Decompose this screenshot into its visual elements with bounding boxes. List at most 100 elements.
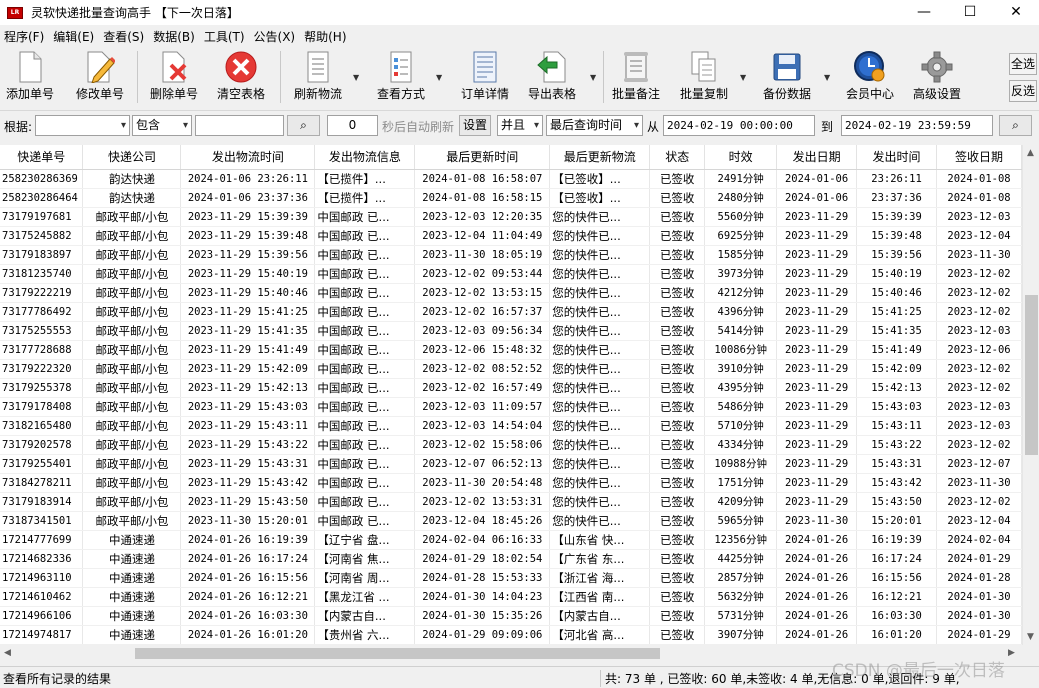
column-header[interactable]: 发出时间 bbox=[856, 145, 937, 170]
delete-button[interactable]: 删除单号 bbox=[146, 49, 202, 105]
member-center-button[interactable]: 会员中心 bbox=[841, 49, 899, 105]
column-header[interactable]: 发出日期 bbox=[776, 145, 858, 170]
table-cell: 您的快件已... bbox=[549, 416, 651, 436]
table-row[interactable]: 73175245882 邮政平邮/小包 2023-11-29 15:39:48 中国邮… bbox=[0, 226, 1022, 246]
vertical-scroll-thumb[interactable] bbox=[1025, 295, 1038, 455]
column-header[interactable]: 签收日期 bbox=[936, 145, 1022, 170]
keyword-input[interactable] bbox=[195, 115, 284, 136]
scroll-right-icon[interactable]: ▶ bbox=[1008, 648, 1015, 658]
table-cell: 中国邮政 已... bbox=[314, 340, 416, 360]
column-header[interactable]: 时效 bbox=[704, 145, 778, 170]
table-row[interactable]: 17214777699 中通速递 2024-01-26 16:19:39 【辽宁省 盘… bbox=[0, 530, 1022, 550]
batch-copy-button[interactable]: 批量复制 bbox=[674, 49, 734, 105]
table-row[interactable]: 73177786492 邮政平邮/小包 2023-11-29 15:41:25 中国邮… bbox=[0, 302, 1022, 322]
table-cell: 中通速递 bbox=[82, 568, 182, 588]
table-row[interactable]: 73179202578 邮政平邮/小包 2023-11-29 15:43:22 中国邮… bbox=[0, 435, 1022, 455]
scroll-down-icon[interactable]: ▼ bbox=[1027, 632, 1034, 642]
table-row[interactable]: 73179183914 邮政平邮/小包 2023-11-29 15:43:50 中国邮… bbox=[0, 492, 1022, 512]
scroll-up-icon[interactable]: ▲ bbox=[1027, 148, 1034, 158]
table-cell: 73182165480 bbox=[0, 416, 84, 436]
search-button[interactable]: ⌕ bbox=[287, 115, 320, 136]
table-cell: 2023-11-29 15:41:35 bbox=[180, 321, 316, 341]
vertical-scrollbar[interactable]: ▲ ▼ bbox=[1022, 145, 1039, 645]
batch-copy-dropdown-icon[interactable]: ▼ bbox=[740, 73, 746, 82]
column-header[interactable]: 最后更新物流 bbox=[549, 145, 651, 170]
table-cell: 15:43:11 bbox=[856, 416, 937, 436]
table-row[interactable]: 17214610462 中通速递 2024-01-26 16:12:21 【黑龙江省 … bbox=[0, 587, 1022, 607]
backup-data-button[interactable]: 备份数据 bbox=[757, 49, 817, 105]
scroll-left-icon[interactable]: ◀ bbox=[4, 648, 11, 658]
view-mode-dropdown-icon[interactable]: ▼ bbox=[436, 73, 442, 82]
minimize-button[interactable]: — bbox=[901, 0, 947, 25]
refresh-interval-input[interactable]: 0 bbox=[327, 115, 378, 136]
time-field-select[interactable]: 最后查询时间 bbox=[546, 115, 643, 136]
table-row[interactable]: 17214974817 中通速递 2024-01-26 16:01:20 【贵州省 六… bbox=[0, 625, 1022, 645]
horizontal-scroll-thumb[interactable] bbox=[135, 648, 660, 659]
clear-table-button[interactable]: 清空表格 bbox=[212, 49, 270, 105]
column-header[interactable]: 发出物流时间 bbox=[180, 145, 316, 170]
table-row[interactable]: 17214682336 中通速递 2024-01-26 16:17:24 【河南省 焦… bbox=[0, 549, 1022, 569]
advanced-settings-button[interactable]: 高级设置 bbox=[908, 49, 966, 105]
table-cell: 邮政平邮/小包 bbox=[82, 454, 182, 474]
table-row[interactable]: 73182165480 邮政平邮/小包 2023-11-29 15:43:11 中国邮… bbox=[0, 416, 1022, 436]
menu-notice[interactable]: 公告(X) bbox=[254, 28, 296, 45]
column-header[interactable]: 状态 bbox=[649, 145, 706, 170]
edit-button[interactable]: 修改单号 bbox=[72, 49, 128, 105]
table-row[interactable]: 73179255378 邮政平邮/小包 2023-11-29 15:42:13 中国邮… bbox=[0, 378, 1022, 398]
start-datetime-input[interactable]: 2024-02-19 00:00:00 bbox=[663, 115, 815, 136]
refresh-logistics-button[interactable]: 刷新物流 bbox=[288, 49, 348, 105]
table-row[interactable]: 17214963110 中通速递 2024-01-26 16:15:56 【河南省 周… bbox=[0, 568, 1022, 588]
menu-tools[interactable]: 工具(T) bbox=[204, 28, 245, 45]
table-row[interactable]: 73179178408 邮政平邮/小包 2023-11-29 15:43:03 中国邮… bbox=[0, 397, 1022, 417]
close-button[interactable]: ✕ bbox=[993, 0, 1039, 25]
table-row[interactable]: 73177728688 邮政平邮/小包 2023-11-29 15:41:49 中国邮… bbox=[0, 340, 1022, 360]
end-datetime-input[interactable]: 2024-02-19 23:59:59 bbox=[841, 115, 993, 136]
table-row[interactable]: 258230286369 韵达快递 2024-01-06 23:26:11 【已揽件】… bbox=[0, 169, 1022, 189]
batch-note-button[interactable]: 批量备注 bbox=[607, 49, 665, 105]
select-all-button[interactable]: 全选 bbox=[1009, 53, 1037, 75]
table-row[interactable]: 73179222219 邮政平邮/小包 2023-11-29 15:40:46 中国邮… bbox=[0, 283, 1022, 303]
table-row[interactable]: 258230286464 韵达快递 2024-01-06 23:37:36 【已揽件】… bbox=[0, 188, 1022, 208]
table-cell: 您的快件已... bbox=[549, 245, 651, 265]
copy-documents-icon bbox=[674, 49, 734, 85]
table-row[interactable]: 73179197681 邮政平邮/小包 2023-11-29 15:39:39 中国邮… bbox=[0, 207, 1022, 227]
backup-dropdown-icon[interactable]: ▼ bbox=[824, 73, 830, 82]
add-button[interactable]: 添加单号 bbox=[2, 49, 58, 105]
table-row[interactable]: 17214966106 中通速递 2024-01-26 16:03:30 【内蒙古自.… bbox=[0, 606, 1022, 626]
column-header[interactable]: 快递公司 bbox=[82, 145, 182, 170]
table-row[interactable]: 73179222320 邮政平邮/小包 2023-11-29 15:42:09 中国邮… bbox=[0, 359, 1022, 379]
view-mode-button[interactable]: 查看方式 bbox=[371, 49, 431, 105]
menu-program[interactable]: 程序(F) bbox=[4, 28, 44, 45]
filter-field-select[interactable] bbox=[35, 115, 130, 136]
menu-data[interactable]: 数据(B) bbox=[153, 28, 195, 45]
table-row[interactable]: 73175255553 邮政平邮/小包 2023-11-29 15:41:35 中国邮… bbox=[0, 321, 1022, 341]
table-row[interactable]: 73184278211 邮政平邮/小包 2023-11-29 15:43:42 中国邮… bbox=[0, 473, 1022, 493]
column-header[interactable]: 快递单号 bbox=[0, 145, 84, 170]
export-dropdown-icon[interactable]: ▼ bbox=[590, 73, 596, 82]
export-table-button[interactable]: 导出表格 bbox=[523, 49, 581, 105]
table-row[interactable]: 73181235740 邮政平邮/小包 2023-11-29 15:40:19 中国邮… bbox=[0, 264, 1022, 284]
table-cell: 中国邮政 已... bbox=[314, 397, 416, 417]
table-row[interactable]: 73179183897 邮政平邮/小包 2023-11-29 15:39:56 中国邮… bbox=[0, 245, 1022, 265]
table-row[interactable]: 73187341501 邮政平邮/小包 2023-11-30 15:20:01 中国邮… bbox=[0, 511, 1022, 531]
filter-label: 根据: bbox=[4, 120, 33, 134]
order-detail-button[interactable]: 订单详情 bbox=[456, 49, 514, 105]
set-button[interactable]: 设置 bbox=[459, 115, 491, 136]
menu-help[interactable]: 帮助(H) bbox=[304, 28, 346, 45]
table-row[interactable]: 73179255401 邮政平邮/小包 2023-11-29 15:43:31 中国邮… bbox=[0, 454, 1022, 474]
refresh-dropdown-icon[interactable]: ▼ bbox=[353, 73, 359, 82]
table-cell: 15:43:50 bbox=[856, 492, 937, 512]
column-header[interactable]: 发出物流信息 bbox=[314, 145, 416, 170]
maximize-button[interactable]: ☐ bbox=[947, 0, 993, 25]
match-mode-select[interactable]: 包含 bbox=[132, 115, 192, 136]
filter-search-button[interactable]: ⌕ bbox=[999, 115, 1032, 136]
table-cell: 2023-12-02 13:53:31 bbox=[414, 492, 551, 512]
table-cell: 您的快件已... bbox=[549, 359, 651, 379]
menu-edit[interactable]: 编辑(E) bbox=[53, 28, 94, 45]
invert-selection-button[interactable]: 反选 bbox=[1009, 80, 1037, 102]
logic-select[interactable]: 并且 bbox=[497, 115, 543, 136]
clear-x-icon bbox=[212, 49, 270, 85]
menu-view[interactable]: 查看(S) bbox=[103, 28, 144, 45]
table-cell: 73179202578 bbox=[0, 435, 84, 455]
column-header[interactable]: 最后更新时间 bbox=[414, 145, 551, 170]
